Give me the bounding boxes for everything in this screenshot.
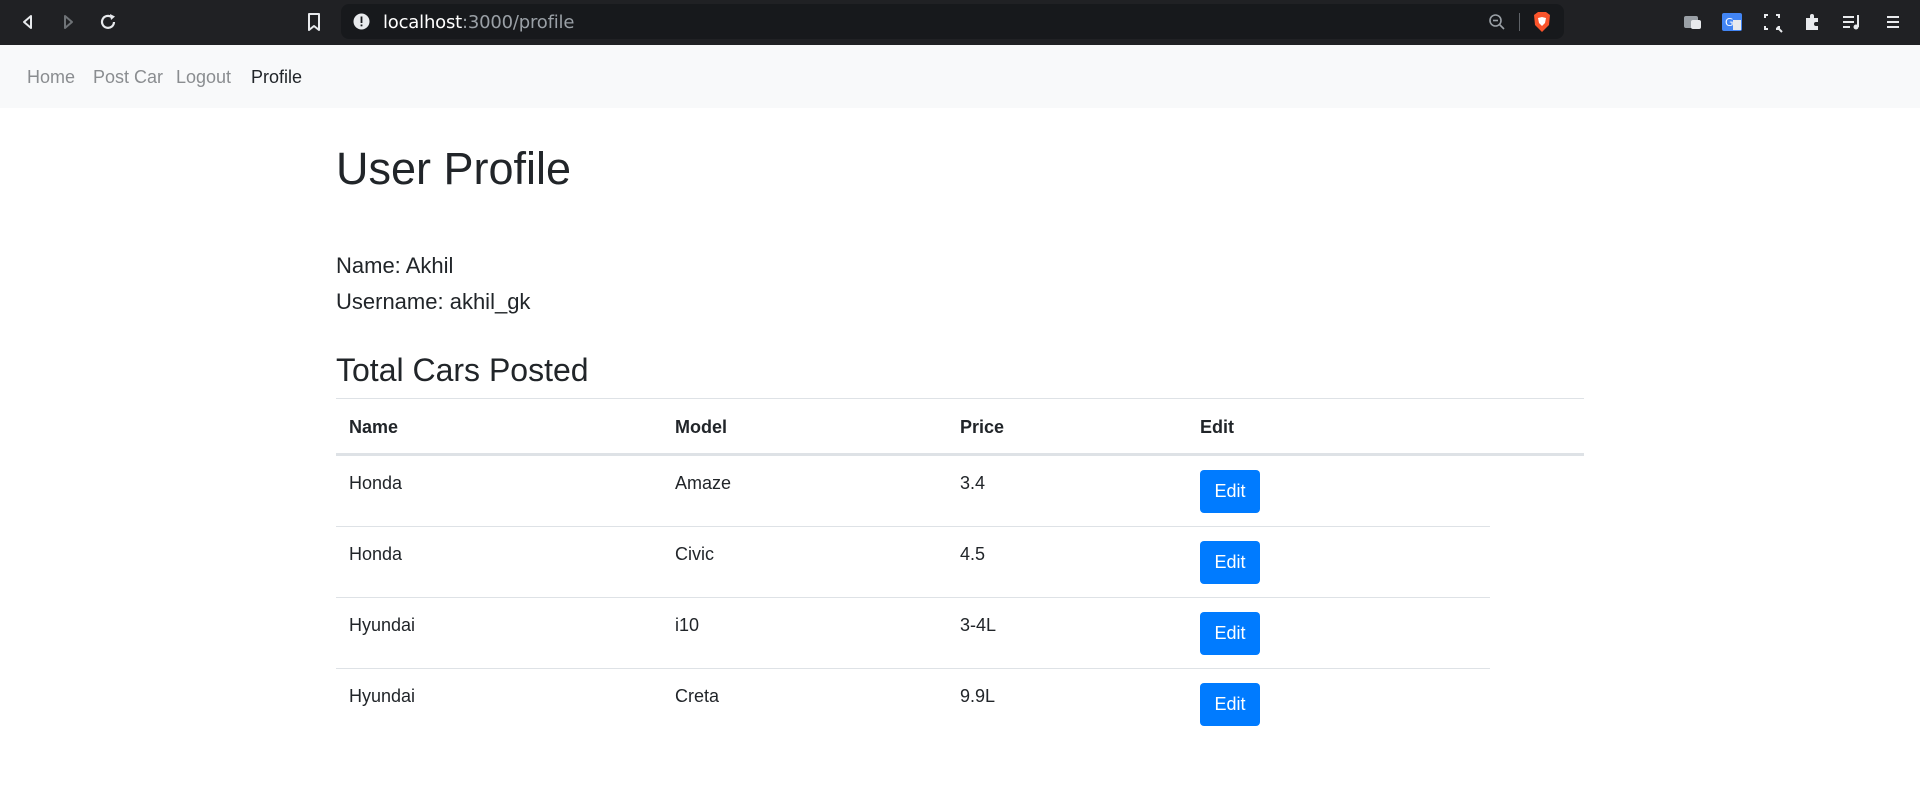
media-playlist-icon[interactable]: [1841, 11, 1863, 33]
row-divider: [336, 597, 1490, 598]
cell-price: 9.9L: [960, 686, 996, 706]
nav-link-post-car[interactable]: Post Car: [93, 67, 163, 88]
app-navbar: Home Post Car Logout Profile: [0, 45, 1920, 108]
column-header-name: Name: [349, 417, 399, 437]
zoom-out-icon[interactable]: [1488, 13, 1506, 31]
edit-button[interactable]: Edit: [1200, 612, 1260, 655]
cell-name: Hyundai: [349, 686, 416, 706]
edit-button[interactable]: Edit: [1200, 683, 1260, 726]
nav-link-profile[interactable]: Profile: [251, 67, 302, 88]
cell-model: Creta: [675, 686, 720, 706]
screenshot-icon[interactable]: [1761, 11, 1783, 33]
column-header-price: Price: [960, 417, 1005, 437]
address-separator: [1519, 13, 1520, 31]
browser-toolbar: localhost:3000/profile G: [0, 0, 1920, 45]
edit-button[interactable]: Edit: [1200, 470, 1260, 513]
forward-icon[interactable]: [56, 10, 80, 34]
site-info-icon[interactable]: [353, 13, 370, 30]
nav-link-home[interactable]: Home: [27, 67, 75, 88]
url-text: localhost:3000/profile: [383, 12, 575, 33]
extensions-puzzle-icon[interactable]: [1801, 11, 1823, 33]
cell-model: Civic: [675, 544, 714, 564]
bookmark-icon[interactable]: [302, 10, 326, 34]
cell-name: Hyundai: [349, 615, 416, 635]
reload-icon[interactable]: [96, 10, 120, 34]
cell-model: i10: [675, 615, 700, 635]
cell-price: 3-4L: [960, 615, 997, 635]
cell-name: Honda: [349, 544, 403, 564]
profile-name: Name: Akhil: [336, 253, 454, 278]
cell-price: 4.5: [960, 544, 986, 564]
table-header-border: [336, 453, 1584, 456]
cell-model: Amaze: [675, 473, 732, 493]
menu-icon[interactable]: [1882, 11, 1904, 33]
edit-button[interactable]: Edit: [1200, 541, 1260, 584]
row-divider: [336, 668, 1490, 669]
column-header-edit: Edit: [1200, 417, 1234, 437]
back-icon[interactable]: [16, 10, 40, 34]
cell-price: 3.4: [960, 473, 986, 493]
address-bar[interactable]: localhost:3000/profile: [341, 4, 1564, 39]
column-header-model: Model: [675, 417, 727, 437]
table-top-border: [336, 398, 1584, 399]
page-title: User Profile: [336, 143, 572, 194]
profile-username: Username: akhil_gk: [336, 289, 531, 314]
cell-name: Honda: [349, 473, 403, 493]
translate-icon[interactable]: G: [1721, 11, 1743, 33]
row-divider: [336, 526, 1490, 527]
cars-section-title: Total Cars Posted: [336, 352, 589, 388]
extension-wallet-icon[interactable]: [1682, 11, 1704, 33]
nav-link-logout[interactable]: Logout: [176, 67, 231, 88]
svg-text:G: G: [1725, 16, 1734, 29]
brave-shield-icon[interactable]: [1532, 11, 1552, 33]
